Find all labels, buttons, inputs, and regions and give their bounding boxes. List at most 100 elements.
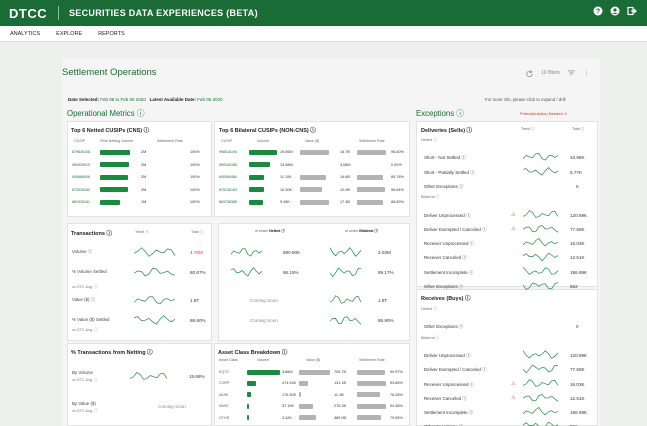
bilateral-trend-sparkline[interactable] (330, 247, 362, 257)
deliveries-row-sparkline[interactable] (523, 166, 559, 176)
transactions-breakdown-panel (218, 223, 410, 341)
netted-row-cusip[interactable]: 881939161 (72, 200, 90, 204)
deliveries-row-sparkline[interactable] (523, 252, 559, 262)
asset-row-volume: 474.94K (282, 381, 297, 386)
deliveries-row-label[interactable]: Settlement Incomplete ⓘ (424, 270, 473, 276)
receives-section-label: Netted ⓘ (421, 307, 438, 311)
deliveries-row-sparkline[interactable] (523, 224, 559, 233)
netted-row-cusip[interactable]: 873035160 (72, 188, 90, 192)
netting-volume-sparkline[interactable] (130, 372, 168, 381)
filter-icon[interactable] (567, 70, 575, 76)
bilateral-value-bar (300, 187, 322, 192)
deliveries-row-total: 186.69K (570, 269, 588, 275)
asset-row-volume: 3.86M (282, 370, 293, 374)
refresh-icon[interactable] (526, 69, 533, 77)
nav-reports[interactable]: REPORTS (98, 31, 125, 37)
tx-trend-sparkline[interactable] (134, 267, 176, 277)
deliveries-row-label[interactable]: Deliver Exempted / Canceled ⓘ (424, 227, 486, 233)
bilateral-trend-sparkline[interactable] (330, 315, 362, 325)
asset-row-class[interactable]: MUNI (219, 393, 228, 397)
receives-row-sparkline[interactable] (523, 393, 559, 402)
asset-volume-bar (247, 403, 250, 409)
receives-warning-icon: ⚠ (511, 394, 516, 401)
asset-col-volume: Volume (257, 358, 269, 362)
netted-trend-sparkline[interactable] (231, 267, 263, 277)
receives-warning-icon: ⚠ (511, 380, 516, 387)
logout-icon[interactable] (627, 6, 637, 16)
receives-row-label[interactable]: Deliver Exempted / Canceled ⓘ (424, 367, 486, 373)
deliveries-row-sparkline[interactable] (523, 238, 559, 247)
deliveries-row-sparkline[interactable] (523, 209, 559, 219)
bilateral-row-cusip[interactable]: 875135183 (219, 188, 237, 192)
more-menu-icon[interactable]: ⋮ (583, 69, 590, 77)
receives-row-sparkline[interactable] (523, 378, 559, 388)
asset-row-rate: 93.66% (390, 381, 403, 386)
nav-explore[interactable]: EXPLORE (56, 31, 82, 37)
page-title: Settlement Operations (62, 67, 157, 78)
deliveries-row-total: 0 (576, 183, 579, 189)
deliveries-section-label: Bilateral ⓘ (421, 195, 440, 200)
receives-row-total: 120.69K (570, 352, 588, 358)
receives-row-label[interactable]: Deliver Unprocessed ⓘ (424, 353, 470, 359)
deliveries-row-sparkline[interactable] (523, 281, 559, 290)
deliveries-row-label[interactable]: Other Exceptions ⓘ (424, 184, 463, 190)
netted-row-cusip[interactable]: 879830108 (72, 150, 90, 154)
help-icon[interactable]: ? (593, 6, 603, 16)
deliveries-total-header: Total ⓘ (572, 127, 585, 131)
receives-row-sparkline[interactable] (523, 407, 559, 416)
bilateral-row-cusip[interactable]: 690060480 (219, 175, 237, 179)
asset-volume-bar (247, 380, 256, 386)
asset-row-class[interactable]: MMIS (219, 404, 228, 408)
date-selected-label: Date Selected: (68, 97, 100, 102)
nav-analytics[interactable]: ANALYTICS (10, 31, 40, 37)
deliveries-row-sparkline[interactable] (523, 266, 559, 276)
asset-row-class[interactable]: OTHR (219, 416, 229, 420)
receives-row-label[interactable]: Other Exceptions ⓘ (424, 324, 463, 330)
tx-row-bilateral: 89.17% (378, 270, 394, 275)
receives-row-sparkline[interactable] (523, 350, 559, 359)
deliveries-row-label[interactable]: Other Exceptions ⓘ (424, 284, 463, 290)
tx-trend-sparkline[interactable] (134, 247, 176, 257)
receives-row-sparkline[interactable] (523, 421, 559, 426)
dtcc-logo[interactable]: DTCC (0, 6, 58, 21)
netted-row-cusip[interactable]: 945666006 (72, 175, 90, 179)
bilateral-row-cusip[interactable]: 590040185 (219, 163, 237, 167)
asset-row-class[interactable]: CORP (219, 381, 229, 385)
receives-row-label[interactable]: Receiver Unprocessed ⓘ (424, 382, 474, 388)
deliveries-row-label[interactable]: Receiver Canceled ⓘ (424, 255, 467, 261)
tx-trend-sparkline[interactable] (134, 315, 176, 325)
asset-rate-bar (357, 369, 385, 375)
receives-row-sparkline[interactable] (523, 364, 559, 374)
bilateral-value-bar (300, 199, 330, 205)
bilateral-row-cusip[interactable]: 883708385 (219, 200, 237, 204)
date-selected-value[interactable]: Feb 06 to Feb 06 2020 (100, 97, 146, 102)
netted-trend-sparkline[interactable] (231, 247, 263, 257)
asset-volume-bar (247, 392, 252, 398)
asset-volume-bar (247, 369, 280, 375)
deliveries-row-sparkline[interactable] (523, 152, 559, 161)
deliveries-row-label[interactable]: Deliver Unprocessed ⓘ (424, 213, 470, 219)
bilateral-row-value: 3.08M (340, 162, 351, 167)
bilateral-row-value: 12.0B (340, 187, 350, 192)
receives-row-label[interactable]: Receiver Canceled ⓘ (424, 396, 467, 402)
user-icon[interactable] (610, 6, 620, 16)
asset-row-value: 385.9B (334, 415, 347, 420)
transactions-total-header: Total ⓘ (191, 230, 204, 234)
more-info-hint: For more info, please click to expand / … (485, 97, 566, 102)
netted-row-rate: 100% (190, 175, 200, 179)
deliveries-row-label[interactable]: Short - Partially Settled ⓘ (424, 170, 475, 176)
asset-row-class[interactable]: EQTS (219, 370, 229, 374)
deliveries-row-label[interactable]: Short - Not Settled ⓘ (424, 155, 466, 161)
bilateral-row-cusip[interactable]: 998016194 (219, 150, 237, 154)
receives-row-label[interactable]: Settlement Incomplete ⓘ (424, 410, 473, 416)
deliveries-warning-icon: ⚠ (511, 211, 516, 218)
deliveries-row-label[interactable]: Receiver Unprocessed ⓘ (424, 241, 474, 247)
latest-date-value: Feb 06 2020 (197, 97, 223, 102)
netted-row-cusip[interactable]: 983939910 (72, 163, 90, 167)
bilateral-trend-sparkline[interactable] (330, 267, 362, 277)
bilateral-volume-bar (249, 199, 263, 205)
tx-trend-sparkline[interactable] (134, 295, 176, 305)
filters-count[interactable]: 10 filters (541, 70, 560, 76)
asset-value-bar (299, 415, 317, 421)
bilateral-trend-sparkline[interactable] (330, 295, 362, 305)
